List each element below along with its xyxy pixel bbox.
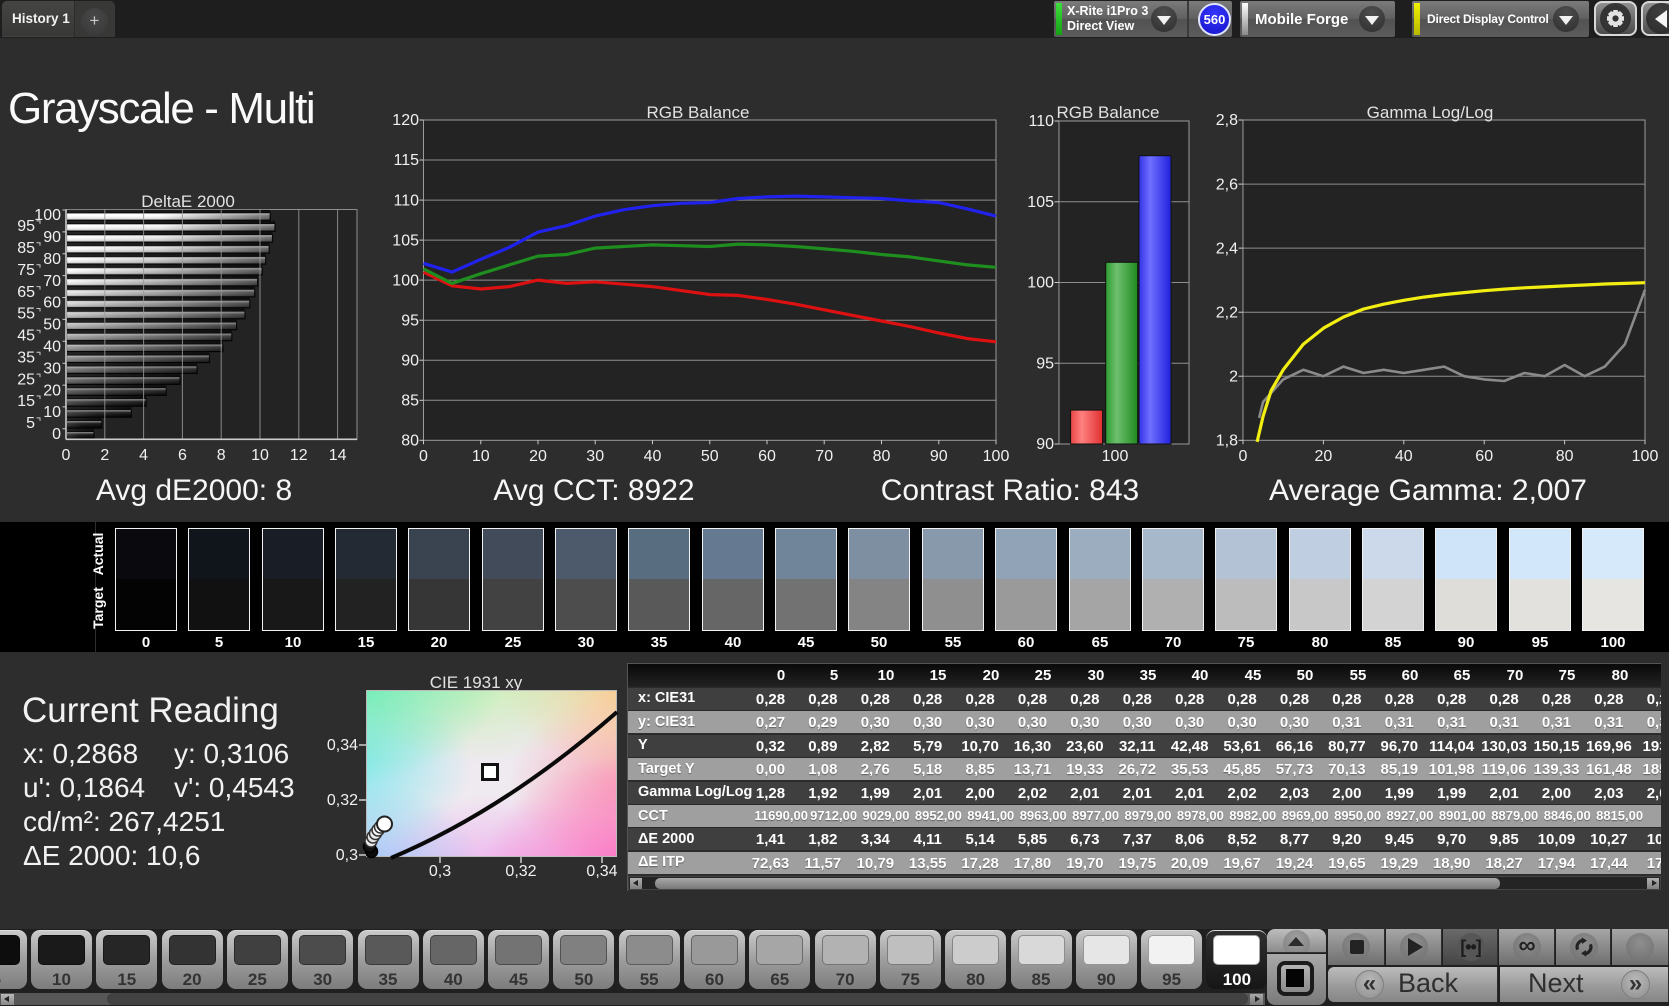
svg-text:40: 40 — [1395, 448, 1413, 465]
svg-text:2,4: 2,4 — [1216, 240, 1238, 257]
svg-text:40: 40 — [644, 448, 662, 465]
svg-text:2,6: 2,6 — [1216, 176, 1238, 193]
svg-text:14: 14 — [329, 447, 347, 464]
svg-text:110: 110 — [1028, 113, 1054, 130]
svg-text:30: 30 — [43, 360, 61, 377]
svg-text:50: 50 — [43, 317, 61, 334]
svg-text:0,34: 0,34 — [586, 863, 617, 880]
svg-text:15: 15 — [17, 393, 35, 410]
svg-text:105: 105 — [392, 232, 419, 249]
svg-text:90: 90 — [43, 229, 61, 246]
svg-text:110: 110 — [393, 192, 419, 209]
svg-text:0: 0 — [52, 426, 61, 443]
svg-text:20: 20 — [529, 448, 547, 465]
svg-text:0,32: 0,32 — [327, 792, 358, 809]
svg-text:2: 2 — [100, 447, 109, 464]
svg-text:95: 95 — [1036, 355, 1054, 372]
svg-text:40: 40 — [43, 339, 61, 356]
svg-text:95: 95 — [401, 312, 419, 329]
svg-text:50: 50 — [701, 448, 719, 465]
svg-text:20: 20 — [43, 382, 61, 399]
svg-text:30: 30 — [586, 448, 604, 465]
svg-text:80: 80 — [43, 251, 61, 268]
svg-text:2: 2 — [1229, 368, 1238, 385]
svg-text:100: 100 — [1027, 275, 1054, 292]
svg-text:0: 0 — [419, 448, 428, 465]
svg-text:8: 8 — [217, 447, 226, 464]
svg-text:35: 35 — [17, 349, 35, 366]
svg-text:80: 80 — [873, 448, 891, 465]
svg-text:100: 100 — [983, 448, 1010, 465]
svg-text:120: 120 — [392, 112, 419, 129]
svg-text:0,34: 0,34 — [327, 737, 358, 754]
svg-text:45: 45 — [17, 328, 35, 345]
svg-text:60: 60 — [43, 295, 61, 312]
svg-text:90: 90 — [1036, 436, 1054, 453]
svg-text:85: 85 — [401, 393, 419, 410]
svg-text:80: 80 — [1556, 448, 1574, 465]
svg-text:12: 12 — [290, 447, 308, 464]
svg-text:4: 4 — [139, 447, 148, 464]
svg-text:115: 115 — [393, 152, 419, 169]
svg-text:0: 0 — [62, 447, 71, 464]
svg-text:95: 95 — [17, 218, 35, 235]
svg-text:55: 55 — [17, 306, 35, 323]
svg-text:90: 90 — [930, 448, 948, 465]
svg-text:60: 60 — [758, 448, 776, 465]
svg-text:70: 70 — [43, 273, 61, 290]
svg-text:2,8: 2,8 — [1216, 112, 1238, 129]
svg-text:2,2: 2,2 — [1216, 304, 1238, 321]
svg-text:0,3: 0,3 — [429, 863, 451, 880]
svg-text:85: 85 — [17, 240, 35, 257]
svg-text:10: 10 — [251, 447, 269, 464]
svg-text:75: 75 — [17, 262, 35, 279]
svg-text:0: 0 — [1239, 448, 1248, 465]
svg-text:60: 60 — [1475, 448, 1493, 465]
svg-text:80: 80 — [401, 433, 419, 450]
svg-text:70: 70 — [815, 448, 833, 465]
svg-text:25: 25 — [17, 371, 35, 388]
svg-text:1,8: 1,8 — [1216, 433, 1238, 450]
svg-text:100: 100 — [392, 272, 419, 289]
svg-text:90: 90 — [401, 352, 419, 369]
svg-text:100: 100 — [1632, 448, 1659, 465]
svg-text:6: 6 — [178, 447, 187, 464]
svg-text:0,32: 0,32 — [505, 863, 536, 880]
svg-text:5: 5 — [26, 415, 35, 432]
svg-text:105: 105 — [1027, 194, 1054, 211]
svg-text:100: 100 — [34, 207, 61, 224]
svg-text:10: 10 — [472, 448, 490, 465]
svg-text:100: 100 — [1102, 448, 1129, 465]
svg-text:0,3: 0,3 — [336, 847, 358, 864]
svg-text:65: 65 — [17, 284, 35, 301]
svg-text:20: 20 — [1315, 448, 1333, 465]
svg-text:10: 10 — [43, 404, 61, 421]
